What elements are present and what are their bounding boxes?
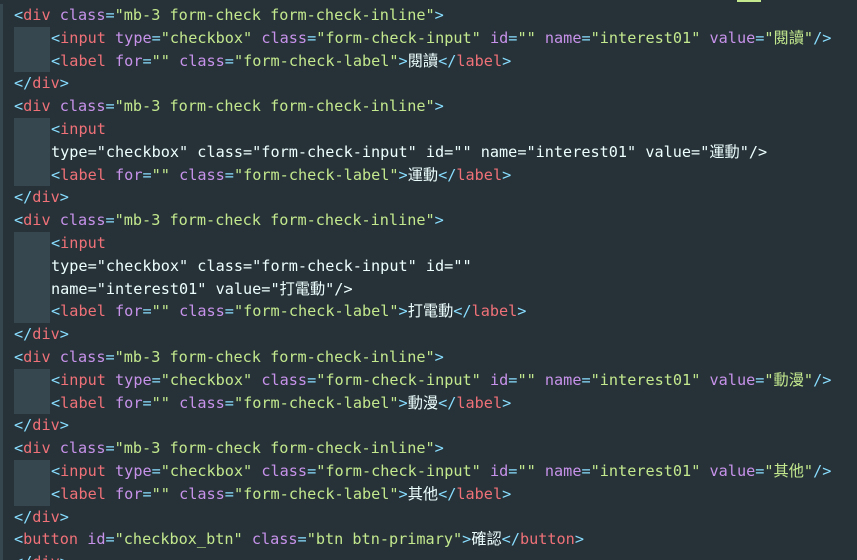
- code-line[interactable]: </div>: [14, 506, 69, 529]
- code-editor[interactable]: <div class="mb-3 form-check form-check-i…: [0, 0, 857, 560]
- indent-guide: [14, 368, 50, 392]
- code-line[interactable]: <input type="checkbox" class="form-check…: [51, 27, 831, 50]
- code-line[interactable]: type="checkbox" class="form-check-input"…: [51, 255, 472, 278]
- scrollbar-marker: [737, 0, 761, 2]
- indent-guide: [14, 163, 50, 187]
- line-gutter-marker: [0, 414, 3, 438]
- line-gutter-marker: [0, 140, 3, 164]
- line-gutter-marker: [0, 95, 3, 118]
- indent-guide: [14, 254, 50, 278]
- line-gutter-marker: [0, 4, 3, 27]
- indent-guide: [14, 140, 50, 164]
- indent-guide: [14, 26, 50, 50]
- indent-guide: [14, 118, 50, 141]
- line-gutter-marker: [0, 26, 3, 50]
- line-gutter-marker: [0, 391, 3, 415]
- line-gutter-marker: [0, 118, 3, 141]
- code-line[interactable]: type="checkbox" class="form-check-input"…: [51, 141, 767, 164]
- line-gutter-marker: [0, 323, 3, 346]
- code-line[interactable]: <div class="mb-3 form-check form-check-i…: [14, 437, 444, 460]
- code-line[interactable]: </div>: [14, 323, 69, 346]
- line-gutter-marker: [0, 368, 3, 392]
- line-gutter-marker: [0, 209, 3, 232]
- code-line[interactable]: </div>: [14, 72, 69, 95]
- code-line[interactable]: name="interest01" value="打電動"/>: [51, 278, 353, 301]
- code-line[interactable]: <input type="checkbox" class="form-check…: [51, 460, 831, 483]
- line-gutter-marker: [0, 186, 3, 210]
- line-gutter-marker: [0, 72, 3, 96]
- indent-guide: [14, 482, 50, 506]
- code-line[interactable]: <label for="" class="form-check-label">打…: [51, 300, 526, 323]
- line-gutter-marker: [0, 300, 3, 324]
- indent-guide: [14, 277, 50, 301]
- indent-guide: [14, 232, 50, 255]
- code-line[interactable]: <div class="mb-3 form-check form-check-i…: [14, 95, 444, 118]
- code-line[interactable]: <div class="mb-3 form-check form-check-i…: [14, 4, 444, 27]
- line-gutter-marker: [0, 254, 3, 278]
- code-line[interactable]: <input: [51, 232, 106, 255]
- code-line[interactable]: <label for="" class="form-check-label">閱…: [51, 50, 511, 73]
- line-gutter-marker: [0, 482, 3, 506]
- code-line[interactable]: <div class="mb-3 form-check form-check-i…: [14, 209, 444, 232]
- line-gutter-marker: [0, 232, 3, 255]
- line-gutter-marker: [0, 277, 3, 301]
- code-line[interactable]: <div class="mb-3 form-check form-check-i…: [14, 346, 444, 369]
- code-line[interactable]: <label for="" class="form-check-label">動…: [51, 392, 511, 415]
- line-gutter-marker: [0, 551, 3, 560]
- code-line[interactable]: </div>: [14, 414, 69, 437]
- indent-guide: [14, 300, 50, 324]
- code-line[interactable]: <label for="" class="form-check-label">運…: [51, 164, 511, 187]
- code-line[interactable]: <button id="checkbox_btn" class="btn btn…: [14, 528, 584, 551]
- code-line[interactable]: <input: [51, 118, 106, 141]
- line-gutter-marker: [0, 346, 3, 369]
- code-line[interactable]: </div>: [14, 186, 69, 209]
- line-gutter-marker: [0, 460, 3, 483]
- code-line[interactable]: </div>: [14, 551, 69, 560]
- indent-guide: [14, 49, 50, 73]
- indent-guide: [14, 391, 50, 415]
- indent-guide: [14, 460, 50, 483]
- line-gutter-marker: [0, 528, 3, 552]
- line-gutter-marker: [0, 49, 3, 73]
- line-gutter-marker: [0, 505, 3, 529]
- code-line[interactable]: <label for="" class="form-check-label">其…: [51, 483, 511, 506]
- code-line[interactable]: <input type="checkbox" class="form-check…: [51, 369, 831, 392]
- line-gutter-marker: [0, 163, 3, 187]
- line-gutter-marker: [0, 437, 3, 460]
